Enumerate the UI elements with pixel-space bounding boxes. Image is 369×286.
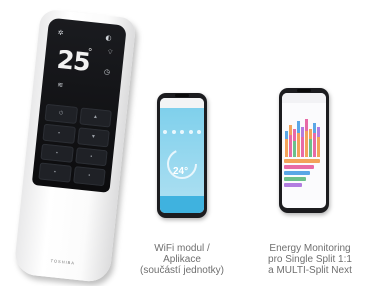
phone-notch bbox=[175, 94, 189, 97]
timer-button[interactable]: ▪ bbox=[38, 162, 72, 183]
fan-button[interactable]: ▪ bbox=[40, 143, 74, 163]
caption-line: pro Single Split 1:1 bbox=[268, 254, 352, 265]
swing-button[interactable]: ▪ bbox=[74, 146, 108, 167]
caption-line: (součástí jednotky) bbox=[140, 265, 224, 276]
temperature-panel: 24° bbox=[160, 108, 204, 196]
swing-icon: ≋ bbox=[56, 80, 64, 90]
degree-icon: ° bbox=[87, 46, 93, 59]
app-header bbox=[282, 93, 326, 103]
remote-keypad: ⏻ ▲ ▪ ▼ ▪ ▪ ▪ ▪ bbox=[38, 103, 112, 187]
phone-notch bbox=[297, 89, 311, 92]
temperature-readout: 25 bbox=[55, 44, 92, 77]
wifi-icon: ⌔ bbox=[106, 47, 114, 57]
mode-button[interactable]: ▪ bbox=[42, 123, 76, 144]
caption-line: Aplikace bbox=[163, 254, 201, 265]
list-item bbox=[284, 171, 310, 175]
gauge-ring bbox=[167, 149, 197, 179]
mode-icon: ◐ bbox=[105, 33, 112, 43]
energy-app-screen bbox=[282, 93, 326, 208]
remote-control: ✲ ◐ ⌔ 25 ° ◷ ≋ ⏻ ▲ ▪ ▼ ▪ ▪ ▪ ▪ TOSHIBA bbox=[13, 8, 137, 284]
caption-line: a MULTI-Split Next bbox=[268, 265, 352, 276]
wifi-app-screen: 24° bbox=[160, 98, 204, 213]
app-control-bar bbox=[160, 196, 204, 213]
remote-display: ✲ ◐ ⌔ 25 ° ◷ ≋ bbox=[47, 24, 120, 103]
app-temperature: 24° bbox=[173, 166, 189, 177]
list-item bbox=[284, 183, 302, 187]
fan-icon: ✲ bbox=[57, 28, 65, 38]
energy-legend-list bbox=[284, 159, 324, 189]
app-header bbox=[160, 98, 204, 108]
phone-wifi-app: 24° bbox=[157, 93, 207, 218]
temp-up-button[interactable]: ▲ bbox=[78, 107, 112, 128]
phone-energy-app bbox=[279, 88, 329, 213]
timer-icon: ◷ bbox=[103, 67, 111, 77]
list-item bbox=[284, 165, 314, 169]
list-item bbox=[284, 177, 306, 181]
power-button[interactable]: ⏻ bbox=[44, 103, 78, 124]
energy-caption: Energy Monitoring pro Single Split 1:1 a… bbox=[255, 243, 365, 276]
remote-face: ✲ ◐ ⌔ 25 ° ◷ ≋ ⏻ ▲ ▪ ▼ ▪ ▪ ▪ ▪ bbox=[31, 17, 127, 193]
list-item bbox=[284, 159, 320, 163]
function-button[interactable]: ▪ bbox=[72, 166, 106, 187]
temp-down-button[interactable]: ▼ bbox=[76, 127, 110, 147]
wifi-caption: WiFi modul / Aplikace (součástí jednotky… bbox=[140, 243, 224, 276]
caption-line: Energy Monitoring bbox=[269, 243, 351, 254]
remote-brand-logo: TOSHIBA bbox=[50, 258, 76, 266]
caption-line: WiFi modul / bbox=[154, 243, 210, 254]
energy-bar-chart bbox=[285, 119, 320, 157]
